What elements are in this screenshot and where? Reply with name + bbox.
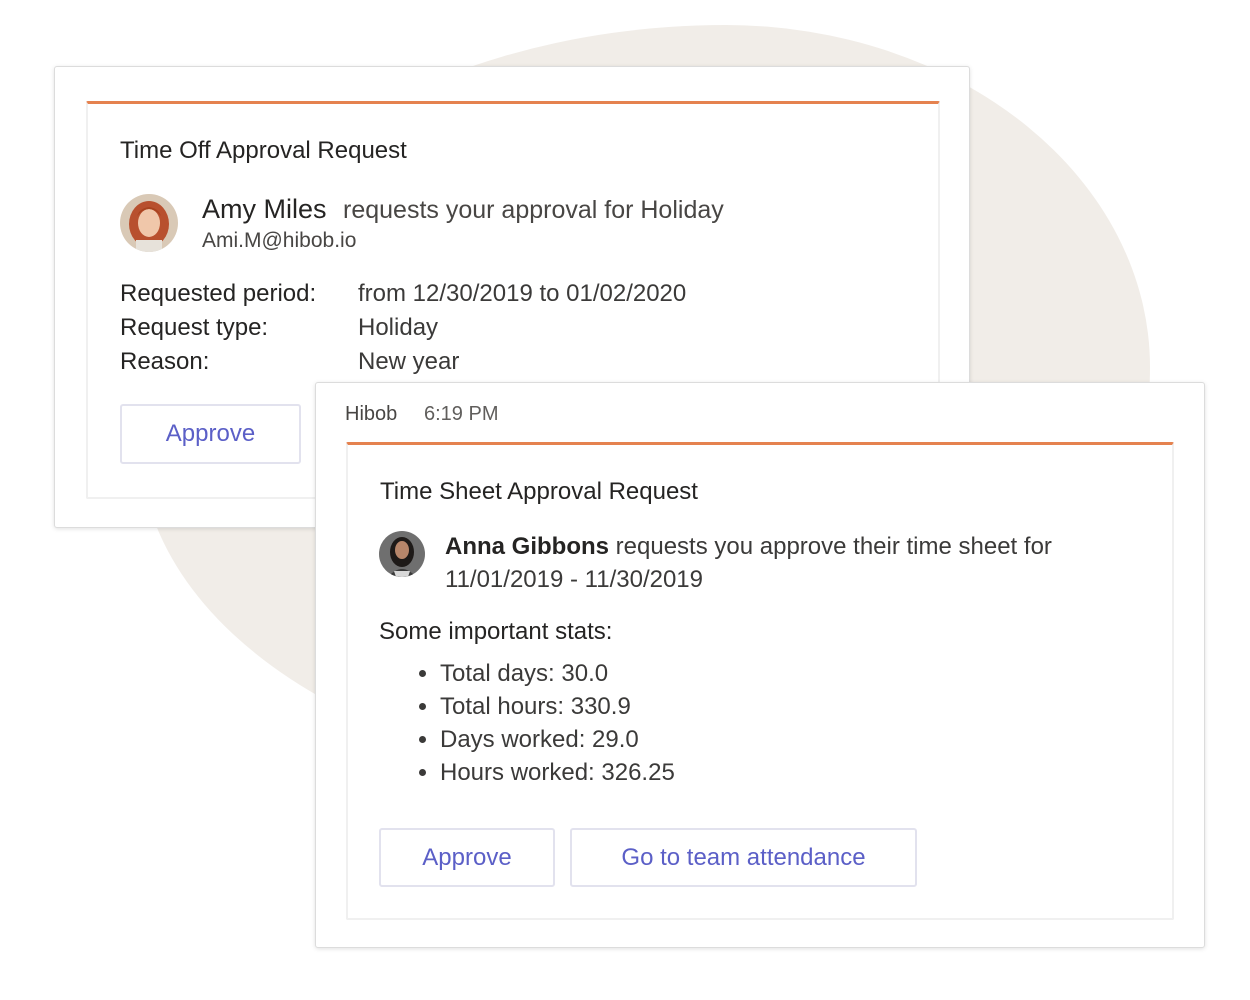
approve-button[interactable]: Approve bbox=[120, 404, 301, 464]
stats-list: Total days: 30.0 Total hours: 330.9 Days… bbox=[380, 657, 675, 789]
time-sheet-message-window: Hibob 6:19 PM Time Sheet Approval Reques… bbox=[315, 382, 1205, 948]
card-title: Time Off Approval Request bbox=[120, 137, 407, 164]
detail-label-period: Requested period: bbox=[120, 280, 317, 307]
stat-days-worked: Days worked: 29.0 bbox=[440, 723, 675, 756]
avatar bbox=[120, 194, 178, 252]
requester-name: Anna Gibbons bbox=[445, 533, 609, 560]
request-description: Anna Gibbons requests you approve their … bbox=[445, 530, 1145, 596]
time-sheet-approval-card: Time Sheet Approval Request Anna Gibbons… bbox=[346, 442, 1174, 920]
request-description: requests your approval for Holiday bbox=[343, 196, 724, 224]
avatar bbox=[379, 531, 425, 577]
message-timestamp: 6:19 PM bbox=[424, 403, 499, 425]
detail-value-type: Holiday bbox=[358, 314, 439, 341]
detail-value-period: from 12/30/2019 to 01/02/2020 bbox=[358, 280, 687, 307]
amy-avatar-image bbox=[120, 194, 178, 252]
time-sheet-period: 11/01/2019 - 11/30/2019 bbox=[445, 566, 703, 593]
card-title: Time Sheet Approval Request bbox=[380, 478, 698, 505]
requester-name: Amy Miles bbox=[202, 194, 327, 224]
detail-label-type: Request type: bbox=[120, 314, 269, 341]
request-text: requests you approve their time sheet fo… bbox=[615, 533, 1052, 560]
anna-avatar-image bbox=[379, 531, 425, 577]
detail-label-reason: Reason: bbox=[120, 348, 210, 375]
stat-total-days: Total days: 30.0 bbox=[440, 657, 675, 690]
approve-button[interactable]: Approve bbox=[379, 828, 555, 887]
requester-email: Ami.M@hibob.io bbox=[202, 229, 357, 252]
stats-heading: Some important stats: bbox=[379, 618, 613, 645]
message-sender: Hibob bbox=[345, 403, 398, 425]
detail-value-reason: New year bbox=[358, 348, 460, 375]
go-to-team-attendance-button[interactable]: Go to team attendance bbox=[570, 828, 917, 887]
stat-hours-worked: Hours worked: 326.25 bbox=[440, 756, 675, 789]
stat-total-hours: Total hours: 330.9 bbox=[440, 690, 675, 723]
